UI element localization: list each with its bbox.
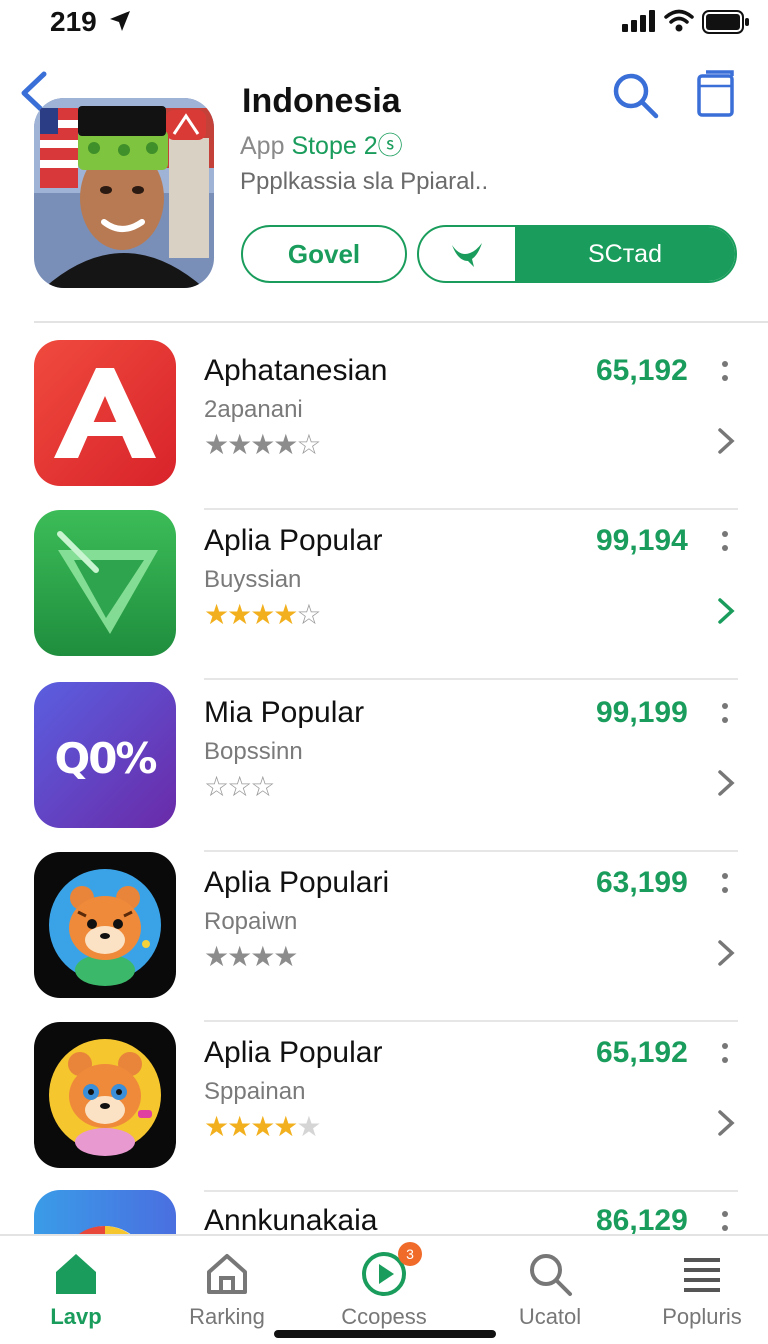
battery-icon — [702, 10, 749, 34]
app-icon-tiger-blue — [34, 852, 176, 998]
app-name: Aphatanesian — [204, 354, 388, 387]
home-icon — [52, 1250, 100, 1298]
app-category: Bopssinn — [204, 738, 303, 765]
play-circle-icon: 3 — [360, 1242, 422, 1298]
subtitle-prefix: App — [240, 132, 292, 160]
more-options-icon[interactable] — [718, 698, 732, 728]
app-name: Aplia Popular — [204, 524, 383, 557]
wifi-icon — [664, 9, 694, 32]
app-icon-letter-a — [34, 340, 176, 486]
app-count: 99,199 — [596, 696, 688, 729]
tab-popular[interactable]: Popluris — [642, 1250, 762, 1330]
rating-stars: ★★★★☆ — [204, 599, 322, 630]
chevron-right-icon[interactable] — [714, 426, 738, 456]
tab-label: Ccopess — [341, 1304, 427, 1329]
chevron-right-icon[interactable] — [714, 1108, 738, 1138]
tab-home[interactable]: Lavp — [16, 1250, 136, 1330]
app-name: Aplia Populari — [204, 866, 390, 899]
app-category: Ropaiwn — [204, 908, 298, 935]
subtitle-accent: Stope 2 — [291, 132, 378, 160]
search-icon — [526, 1250, 574, 1298]
subtitle-suffix: ⓢ — [377, 132, 403, 160]
app-icon-green-arrow — [34, 510, 176, 656]
app-category: Sppainan — [204, 1078, 306, 1105]
app-name: Annkunakaia — [204, 1204, 378, 1234]
cellular-signal-icon — [622, 10, 655, 32]
home-outline-icon — [203, 1250, 251, 1298]
rating-stars: ★★★★☆ — [204, 429, 322, 460]
tab-progress[interactable]: 3 Ccopess — [324, 1242, 444, 1330]
app-count: 65,192 — [596, 1036, 688, 1069]
notification-badge: 3 — [398, 1242, 422, 1266]
tab-label: Lavp — [50, 1304, 102, 1329]
more-options-icon[interactable] — [718, 526, 732, 556]
chevron-right-icon[interactable] — [714, 938, 738, 968]
list-item[interactable]: Aplia Populari Ropaiwn ★★★★ 63,199 — [0, 852, 768, 1022]
home-indicator — [274, 1330, 496, 1338]
tab-ranking[interactable]: Rarking — [167, 1250, 287, 1330]
more-options-icon[interactable] — [718, 356, 732, 386]
start-button[interactable]: SCтad — [515, 227, 735, 281]
app-icon-chart-circle — [34, 1190, 176, 1234]
tab-label: Ucatol — [518, 1304, 582, 1329]
app-icon-tiger-yellow — [34, 1022, 176, 1168]
list-item[interactable]: Q0% Mia Popular Bopssinn ☆☆☆ 99,199 — [0, 682, 768, 852]
rating-stars: ★★★★★ — [204, 1111, 322, 1142]
app-count: 65,192 — [596, 354, 688, 387]
status-bar: 219 — [0, 0, 768, 46]
page-title: Indonesia — [242, 82, 401, 120]
list-item[interactable]: Aplia Popular Buyssian ★★★★☆ 99,194 — [0, 510, 768, 680]
app-category: Buyssian — [204, 566, 302, 593]
app-count: 99,194 — [596, 524, 688, 557]
app-count: 63,199 — [596, 866, 688, 899]
tab-search[interactable]: Ucatol — [490, 1250, 610, 1330]
chevron-right-icon[interactable] — [714, 768, 738, 798]
store-subtitle: App Stope 2ⓢ — [240, 126, 403, 162]
action-split-button[interactable]: SCтad — [417, 225, 737, 283]
bookmark-icon[interactable] — [696, 70, 736, 118]
follow-button[interactable]: Govel — [241, 225, 407, 283]
status-time: 219 — [50, 6, 97, 37]
tab-bar: Lavp Rarking 3 Ccopess Ucatol Popluris — [0, 1234, 768, 1344]
tab-label: Popluris — [662, 1304, 742, 1329]
row-divider — [204, 678, 738, 680]
app-name: Aplia Popular — [204, 1036, 383, 1069]
featured-app-image[interactable] — [34, 98, 214, 288]
rating-stars: ☆☆☆ — [204, 771, 275, 802]
app-count: 86,129 — [596, 1204, 688, 1234]
more-options-icon[interactable] — [718, 1206, 732, 1234]
list-item[interactable]: Annkunakaia 86,129 — [0, 1190, 768, 1234]
bird-icon — [452, 243, 482, 267]
rating-stars: ★★★★ — [204, 941, 298, 972]
tab-label: Rarking — [189, 1304, 265, 1329]
list-item[interactable]: Aplia Popular Sppainan ★★★★★ 65,192 — [0, 1022, 768, 1192]
header-divider — [34, 321, 768, 323]
header-description: Ppplkassia sla Ppiaral.. — [240, 168, 489, 195]
more-options-icon[interactable] — [718, 868, 732, 898]
location-arrow-icon — [110, 11, 130, 31]
app-icon-text: Q0% — [54, 734, 157, 783]
more-options-icon[interactable] — [718, 1038, 732, 1068]
app-category: 2apanani — [204, 396, 303, 423]
chevron-right-icon[interactable] — [714, 596, 738, 626]
app-icon-percent: Q0% — [34, 682, 176, 828]
portrait-illustration — [34, 98, 214, 288]
list-item[interactable]: Aphatanesian 2apanani ★★★★☆ 65,192 — [0, 340, 768, 510]
bird-toggle[interactable] — [419, 227, 515, 281]
app-name: Mia Popular — [204, 696, 365, 729]
search-icon[interactable] — [610, 70, 660, 120]
menu-icon — [678, 1250, 726, 1298]
